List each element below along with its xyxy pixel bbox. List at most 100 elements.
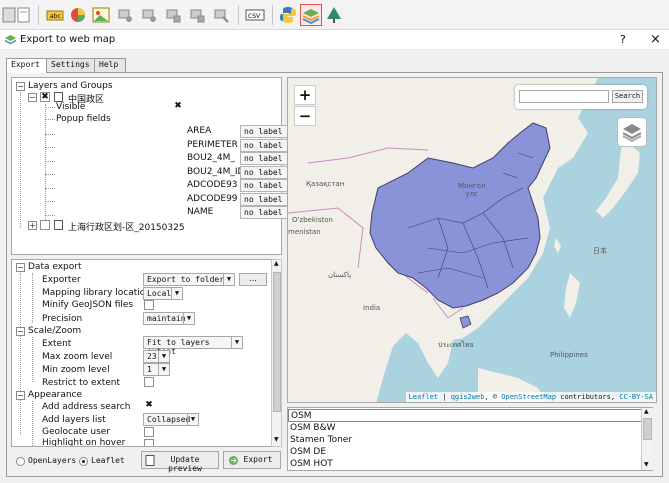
layer-checkbox[interactable]: ✖ [40, 92, 50, 102]
label-icon[interactable]: abc [44, 4, 66, 26]
scroll-down-icon[interactable]: ▼ [274, 436, 279, 443]
tree-icon[interactable] [323, 4, 345, 26]
philippines-landmass [564, 273, 580, 318]
layers-list-label: Add layers list [42, 415, 106, 425]
field-name: ADCODE93 [187, 180, 238, 190]
basemap-scrollbar[interactable]: ▲ ▼ [641, 408, 653, 470]
japan-landmass [596, 138, 640, 218]
layers-list-select[interactable]: Collapsed ▼ [143, 413, 199, 426]
basemap-list[interactable]: OSM OSM B&W Stamen Toner OSM DE OSM HOT [287, 407, 653, 471]
export-button[interactable]: Export [223, 451, 281, 469]
exporter-label: Exporter [42, 275, 81, 285]
max-zoom-select[interactable]: 23 ▼ [143, 350, 170, 363]
map-label-kazakhstan: Қазақстан [306, 180, 345, 188]
update-preview-button[interactable]: Update preview [141, 451, 219, 473]
settings-tree[interactable]: − Data export Exporter Export to folder ▼… [11, 259, 282, 447]
field-label-select[interactable]: no label [240, 206, 293, 219]
min-zoom-label: Min zoom level [42, 365, 110, 375]
geolocate-checkbox[interactable] [144, 427, 154, 437]
field-name: BOU2_4M_ID [187, 167, 245, 177]
scroll-up-icon[interactable]: ▲ [644, 408, 649, 415]
visible-checkbox[interactable]: ✖ [173, 102, 183, 112]
style-icon[interactable] [67, 4, 89, 26]
openstreetmap-link[interactable]: OpenStreetMap [501, 393, 556, 401]
qgis2web-icon[interactable] [300, 4, 322, 26]
extent-select[interactable]: Fit to layers extent▼ [143, 336, 243, 356]
collapse-toggle[interactable]: − [28, 93, 37, 102]
scroll-down-icon[interactable]: ▼ [644, 461, 649, 468]
basemap-item-osm[interactable]: OSM [288, 409, 642, 422]
field-label-select[interactable]: no label [240, 125, 293, 138]
minify-label: Minify GeoJSON files [42, 300, 134, 310]
min-zoom-select[interactable]: 1 ▼ [143, 363, 170, 376]
address-search-label: Add address search [42, 402, 131, 412]
layers-tree[interactable]: − Layers and Groups − ✖ 中国政区 Visible ✖ P… [11, 77, 293, 255]
map-preview[interactable]: Қазақстан Монгол улс O'zbekiston menista… [287, 77, 657, 403]
license-link[interactable]: CC-BY-SA [619, 393, 653, 401]
field-label-select[interactable]: no label [240, 152, 293, 165]
zoom-out-button[interactable]: − [294, 106, 316, 126]
collapse-toggle[interactable]: − [16, 327, 25, 336]
layer-tool-icon-1[interactable] [114, 4, 136, 26]
exporter-select[interactable]: Export to folder ▼ [143, 273, 235, 286]
highlight-checkbox[interactable] [144, 439, 154, 446]
svg-text:CSV: CSV [248, 13, 261, 20]
address-search-checkbox[interactable]: ✖ [144, 401, 154, 411]
chevron-down-icon: ▼ [183, 313, 194, 324]
restrict-extent-checkbox[interactable] [144, 377, 154, 387]
leaflet-link[interactable]: Leaflet [409, 393, 439, 401]
scrollbar-thumb[interactable] [643, 418, 652, 440]
tab-settings[interactable]: Settings [46, 58, 95, 72]
field-label-select[interactable]: no label [240, 193, 293, 206]
precision-select[interactable]: maintain ▼ [143, 312, 195, 325]
layers-control-button[interactable] [617, 117, 647, 147]
help-button[interactable]: ? [620, 33, 626, 46]
browse-button[interactable]: ... [239, 273, 267, 286]
basemap-item-osm-hot[interactable]: OSM HOT [288, 458, 642, 470]
field-label-select[interactable]: no label [240, 179, 293, 192]
layer-tool-icon-2[interactable] [138, 4, 160, 26]
csv-icon[interactable]: CSV [244, 4, 266, 26]
scale-zoom-heading: Scale/Zoom [28, 326, 82, 336]
layer-tool-icon-4[interactable] [186, 4, 208, 26]
qgis2web-icon [4, 35, 17, 45]
main-toolbar: abc CSV [0, 0, 669, 30]
popup-fields-label: Popup fields [56, 114, 111, 124]
close-button[interactable]: × [650, 32, 661, 47]
field-label-select[interactable]: no label [240, 166, 293, 179]
mapping-library-select[interactable]: Local ▼ [143, 287, 183, 300]
field-name: BOU2_4M_ [187, 153, 235, 163]
image-icon[interactable] [90, 4, 112, 26]
layer-checkbox[interactable] [40, 220, 50, 230]
leaflet-label: Leaflet [91, 456, 125, 465]
layers-groups-label: Layers and Groups [28, 81, 113, 91]
chevron-down-icon: ▼ [223, 274, 234, 285]
document-icon[interactable] [14, 4, 36, 26]
collapse-toggle[interactable]: − [16, 82, 25, 91]
layer-tool-icon-5[interactable] [210, 4, 232, 26]
minify-checkbox[interactable] [144, 300, 154, 310]
qgis2web-link[interactable]: qgis2web [451, 393, 485, 401]
chevron-down-icon: ▼ [187, 414, 198, 425]
layer-name: 上海行政区划-区_20150325 [68, 223, 185, 233]
settings-scrollbar[interactable]: ▲ ▼ [271, 259, 282, 447]
map-attribution: Leaflet | qgis2web, © OpenStreetMap cont… [405, 392, 656, 402]
scrollbar-thumb[interactable] [273, 272, 281, 412]
address-search-input[interactable] [519, 90, 609, 103]
field-label-select[interactable]: no label [240, 139, 293, 152]
leaflet-radio[interactable] [79, 457, 88, 466]
openlayers-radio[interactable] [16, 457, 25, 466]
chevron-down-icon: ▼ [171, 288, 182, 299]
python-icon[interactable] [277, 4, 299, 26]
tab-help[interactable]: Help [94, 58, 126, 72]
expand-toggle[interactable]: + [28, 221, 37, 230]
search-button[interactable]: Search [612, 90, 643, 103]
zoom-in-button[interactable]: + [294, 85, 316, 105]
layer-tool-icon-3[interactable] [162, 4, 184, 26]
scroll-up-icon[interactable]: ▲ [274, 260, 279, 267]
highlight-label: Highlight on hover [42, 438, 126, 447]
tab-export[interactable]: Export [6, 58, 47, 73]
svg-text:abc: abc [50, 13, 61, 20]
collapse-toggle[interactable]: − [16, 391, 25, 400]
collapse-toggle[interactable]: − [16, 263, 25, 272]
